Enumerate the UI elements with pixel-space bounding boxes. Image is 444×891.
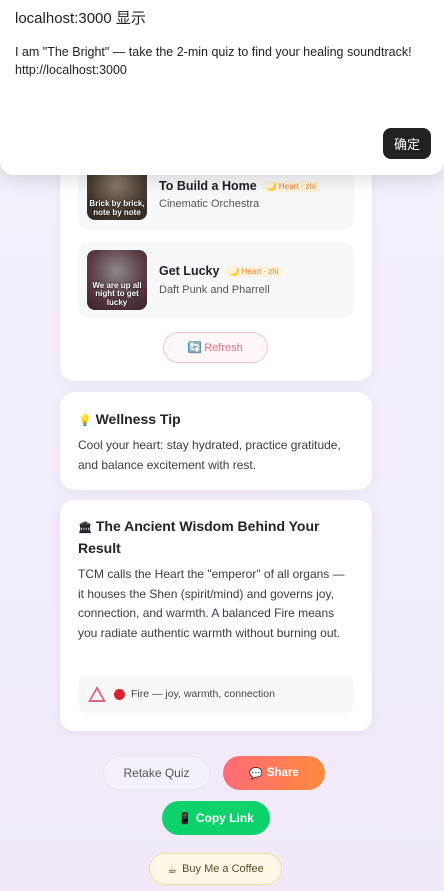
copy-link-label: Copy Link — [195, 811, 254, 825]
copy-link-button[interactable]: 📱 Copy Link — [162, 801, 270, 835]
album-cover: We are up all night to get lucky — [87, 250, 147, 310]
cover-text: We are up all night to get lucky — [92, 280, 142, 307]
wellness-tip-card: 💡 Wellness Tip Cool your heart: stay hyd… — [60, 392, 372, 490]
dialog-ok-button[interactable]: 确定 — [383, 128, 431, 159]
phone-icon: 📱 — [178, 811, 192, 825]
retake-quiz-button[interactable]: Retake Quiz — [103, 756, 210, 790]
temple-icon: 🏛 — [78, 521, 92, 534]
cover-text: Brick by brick, note by note — [89, 199, 145, 217]
refresh-icon: 🔄 — [188, 341, 202, 354]
wellness-tip-heading: 💡 Wellness Tip — [78, 411, 181, 427]
share-button[interactable]: 💬 Share — [223, 756, 325, 790]
dialog-title: localhost:3000 显示 — [15, 10, 146, 27]
element-info: Fire — joy, warmth, connection — [78, 675, 354, 713]
coffee-icon: ☕ — [167, 862, 178, 876]
refresh-button[interactable]: 🔄 Refresh — [163, 332, 268, 363]
song-artist: Cinematic Orchestra — [159, 198, 260, 210]
lightbulb-icon: 💡 — [78, 414, 92, 427]
wellness-tip-text: Cool your heart: stay hydrated, practice… — [78, 438, 341, 472]
share-label: Share — [266, 767, 299, 779]
element-text: Fire — joy, warmth, connection — [131, 688, 275, 700]
alert-dialog: localhost:3000 显示 I am "The Bright" — ta… — [0, 0, 444, 175]
refresh-label: Refresh — [204, 341, 243, 354]
dialog-message: I am "The Bright" — take the 2-min quiz … — [15, 45, 412, 77]
buy-coffee-button[interactable]: ☕ Buy Me a Coffee — [149, 853, 282, 885]
ancient-wisdom-heading: 🏛 The Ancient Wisdom Behind Your Result — [78, 518, 320, 556]
song-title: To Build a Home 🌙 Heart · zhi — [159, 179, 320, 193]
song-artist: Daft Punk and Pharrell — [159, 284, 270, 296]
songs-card: Brick by brick, note by note To Build a … — [60, 150, 372, 381]
buy-coffee-label: Buy Me a Coffee — [182, 863, 264, 875]
element-tag: 🌙 Heart · zhi — [225, 266, 283, 278]
element-tag: 🌙 Heart · zhi — [262, 181, 320, 193]
ancient-wisdom-card: 🏛 The Ancient Wisdom Behind Your Result … — [60, 500, 372, 731]
song-item[interactable]: We are up all night to get lucky Get Luc… — [78, 242, 354, 318]
ancient-wisdom-text: TCM calls the Heart the "emperor" of all… — [78, 567, 345, 640]
red-circle-icon — [114, 688, 125, 700]
fire-triangle-icon — [88, 686, 106, 702]
song-title: Get Lucky 🌙 Heart · zhi — [159, 264, 283, 278]
chat-bubble-icon: 💬 — [249, 766, 263, 780]
